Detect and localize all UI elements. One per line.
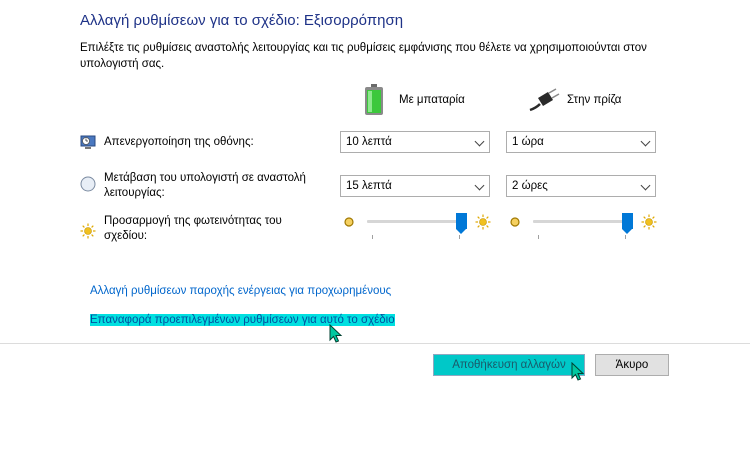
- cancel-button[interactable]: Άκυρο: [595, 354, 669, 376]
- display-off-plugged-select[interactable]: 1 ώρα: [506, 131, 656, 153]
- chevron-down-icon: [474, 136, 485, 147]
- sleep-moon-icon: [80, 176, 96, 192]
- brightness-plugged-slider[interactable]: [506, 210, 661, 240]
- bright-sun-icon: [641, 214, 657, 230]
- advanced-settings-link[interactable]: Αλλαγή ρυθμίσεων παροχής ενέργειας για π…: [90, 285, 391, 297]
- save-changes-button[interactable]: Αποθήκευση αλλαγών: [433, 354, 585, 376]
- chevron-down-icon: [640, 180, 651, 191]
- battery-column-header: Με μπαταρία: [364, 84, 484, 116]
- bright-sun-icon: [475, 214, 491, 230]
- dim-sun-icon: [344, 217, 354, 227]
- battery-column-label: Με μπαταρία: [399, 94, 465, 106]
- sleep-plugged-select[interactable]: 2 ώρες: [506, 175, 656, 197]
- mouse-cursor-icon: [571, 362, 585, 381]
- slider-tick: [372, 235, 373, 239]
- slider-track: [533, 220, 633, 223]
- monitor-icon: [80, 135, 96, 149]
- mouse-cursor-icon: [329, 324, 343, 343]
- sleep-battery-value: 15 λεπτά: [346, 180, 392, 192]
- slider-track: [367, 220, 467, 223]
- sleep-plugged-value: 2 ώρες: [512, 180, 548, 192]
- plugged-column-label: Στην πρίζα: [567, 94, 622, 106]
- sleep-label: Μετάβαση του υπολογιστή σε αναστολή λειτ…: [104, 172, 306, 199]
- dim-sun-icon: [510, 217, 520, 227]
- page-title: Αλλαγή ρυθμίσεων για το σχέδιο: Εξισορρό…: [80, 12, 404, 29]
- restore-defaults-link[interactable]: Επαναφορά προεπιλεγμένων ρυθμίσεων για α…: [90, 314, 395, 326]
- chevron-down-icon: [640, 136, 651, 147]
- plugged-column-header: Στην πρίζα: [528, 88, 648, 114]
- display-off-label: Απενεργοποίηση της οθόνης:: [104, 136, 254, 148]
- brightness-sun-icon: [80, 223, 96, 239]
- slider-thumb[interactable]: [456, 213, 467, 234]
- slider-thumb[interactable]: [622, 213, 633, 234]
- display-off-battery-select[interactable]: 10 λεπτά: [340, 131, 490, 153]
- slider-tick: [459, 235, 460, 239]
- battery-icon: [365, 84, 383, 115]
- sleep-battery-select[interactable]: 15 λεπτά: [340, 175, 490, 197]
- slider-tick: [625, 235, 626, 239]
- chevron-down-icon: [474, 180, 485, 191]
- power-plug-icon: [529, 88, 560, 112]
- page-description: Επιλέξτε τις ρυθμίσεις αναστολής λειτουρ…: [80, 42, 647, 70]
- footer-divider: [0, 343, 750, 344]
- brightness-battery-slider[interactable]: [340, 210, 495, 240]
- display-off-plugged-value: 1 ώρα: [512, 136, 544, 148]
- brightness-label: Προσαρμογή της φωτεινότητας του σχεδίου:: [104, 215, 282, 242]
- display-off-battery-value: 10 λεπτά: [346, 136, 392, 148]
- slider-tick: [538, 235, 539, 239]
